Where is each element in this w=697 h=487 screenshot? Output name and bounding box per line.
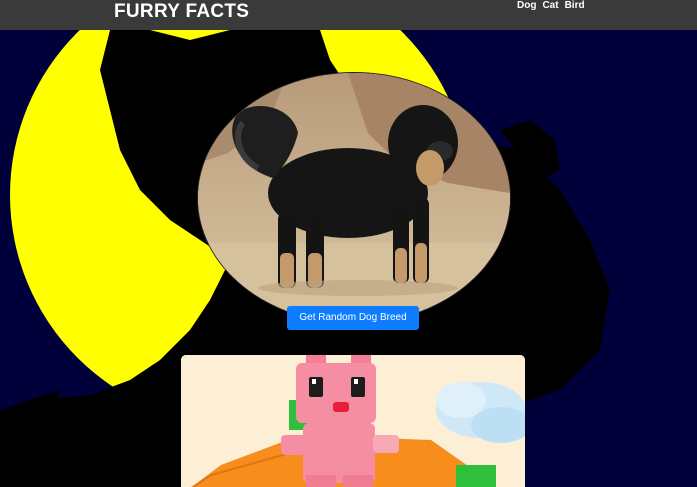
- nav-link-dog[interactable]: Dog: [517, 0, 536, 11]
- brand-title[interactable]: FURRY FACTS: [114, 1, 249, 23]
- dog-image: [197, 72, 511, 324]
- hero-background: Get Random Dog Breed: [0, 30, 697, 487]
- game-preview-card[interactable]: [181, 355, 525, 487]
- nav-links: Dog Cat Bird: [517, 0, 585, 11]
- navbar: FURRY FACTS Dog Cat Bird: [0, 0, 697, 30]
- dog-photo-icon: [198, 73, 510, 323]
- nav-link-bird[interactable]: Bird: [565, 0, 585, 11]
- nav-link-cat[interactable]: Cat: [542, 0, 558, 11]
- random-dog-breed-button[interactable]: Get Random Dog Breed: [287, 306, 419, 330]
- bunny-game-icon: [181, 355, 525, 487]
